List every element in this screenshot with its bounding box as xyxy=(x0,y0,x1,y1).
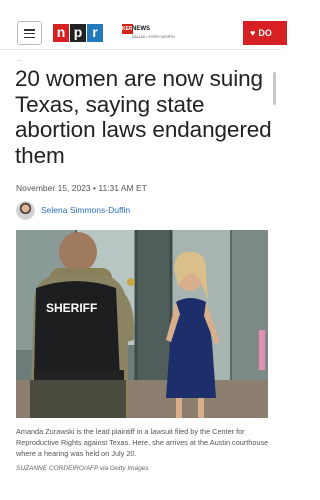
npr-logo-r: r xyxy=(87,24,103,42)
article-date: November 15, 2023 • 11:31 AM ET xyxy=(16,183,147,193)
station-logo[interactable]: KERA NEWS DALLAS • FORTH WORTH xyxy=(122,24,175,42)
byline: Selena Simmons-Duffin xyxy=(16,200,130,220)
hamburger-menu-icon xyxy=(24,29,35,39)
donate-button[interactable]: ♥ DO xyxy=(243,21,287,45)
author-avatar[interactable] xyxy=(16,200,35,220)
section-tag: .. xyxy=(17,56,21,63)
npr-logo-n: n xyxy=(53,24,69,42)
site-header: n p r KERA NEWS DALLAS • FORTH WORTH ♥ DO xyxy=(0,0,287,50)
article-headline: 20 women are now suing Texas, saying sta… xyxy=(15,66,272,168)
photo-caption: Amanda Zurawski is the lead plaintiff in… xyxy=(16,427,269,458)
photo-credit: SUZANNE CORDEIRO/AFP via Getty Images xyxy=(16,465,149,472)
npr-logo[interactable]: n p r xyxy=(53,24,104,42)
author-link[interactable]: Selena Simmons-Duffin xyxy=(41,205,130,215)
heart-icon: ♥ xyxy=(250,28,256,38)
photo-illustration: SHERIFF xyxy=(16,230,268,418)
menu-button[interactable] xyxy=(17,21,42,45)
sheriff-badge-text: SHERIFF xyxy=(46,301,97,315)
station-logo-tagline: DALLAS • FORTH WORTH xyxy=(132,35,175,39)
article-photo[interactable]: SHERIFF xyxy=(16,230,268,418)
donate-label: DO xyxy=(258,28,272,38)
station-logo-name: NEWS xyxy=(132,26,150,32)
npr-logo-p: p xyxy=(70,24,86,42)
scrollbar[interactable] xyxy=(273,72,276,105)
